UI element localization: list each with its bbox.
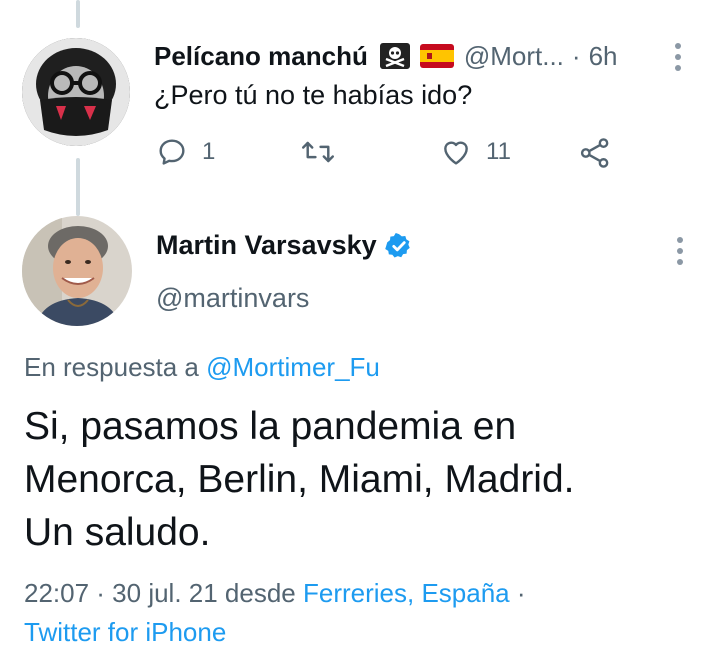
- tweet-text-line: Un saludo.: [24, 511, 211, 554]
- thread-line-top: [76, 0, 80, 28]
- replying-to-link[interactable]: @Mortimer_Fu: [206, 352, 380, 382]
- reply-handle[interactable]: @Mort...: [464, 41, 564, 72]
- verified-badge-icon: [384, 232, 413, 260]
- heart-icon: [444, 141, 468, 165]
- thread-line-middle: [76, 158, 80, 216]
- tweet-timestamp[interactable]: 22:07 · 30 jul. 21 desde: [24, 578, 296, 608]
- reply-count: 1: [202, 138, 216, 165]
- replying-prefix: En respuesta a: [24, 352, 199, 382]
- reply-more-options-icon[interactable]: [674, 43, 682, 76]
- reply-action[interactable]: 1: [156, 136, 215, 168]
- like-count: 11: [486, 138, 511, 165]
- tweet-text-line: Si, pasamos la pandemia en: [24, 405, 517, 448]
- main-tweet-text: Si, pasamos la pandemia en Menorca, Berl…: [24, 400, 575, 559]
- main-header: Martin Varsavsky: [156, 230, 413, 261]
- like-action[interactable]: 11: [440, 136, 511, 168]
- avatar-martin[interactable]: [22, 216, 132, 326]
- retweet-icon: [301, 141, 335, 163]
- spain-flag-icon: [419, 44, 454, 68]
- retweet-action[interactable]: [300, 136, 336, 168]
- tweet-location-link[interactable]: Ferreries, España: [303, 578, 510, 608]
- share-icon: [580, 138, 609, 168]
- reply-display-name[interactable]: Pelícano manchú: [154, 41, 368, 72]
- main-handle[interactable]: @martinvars: [156, 283, 309, 314]
- skull-crossbones-icon: [379, 43, 410, 69]
- reply-header: Pelícano manchú @Mort... · 6h: [154, 38, 618, 74]
- tweet-source-link[interactable]: Twitter for iPhone: [24, 617, 226, 648]
- tweet-text-line: Menorca, Berlin, Miami, Madrid.: [24, 458, 575, 501]
- tweet-meta-line: 22:07 · 30 jul. 21 desde Ferreries, Espa…: [24, 578, 526, 609]
- replying-to-line: En respuesta a @Mortimer_Fu: [24, 352, 380, 383]
- reply-text: ¿Pero tú no te habías ido?: [154, 80, 473, 110]
- comment-icon: [159, 139, 185, 165]
- avatar-pelicano[interactable]: [22, 38, 130, 146]
- meta-separator: ·: [516, 578, 526, 608]
- share-action[interactable]: [578, 136, 612, 170]
- reply-separator: ·: [571, 40, 581, 71]
- reply-time[interactable]: 6h: [589, 41, 618, 72]
- main-more-options-icon[interactable]: [676, 237, 684, 270]
- main-display-name[interactable]: Martin Varsavsky: [156, 230, 377, 261]
